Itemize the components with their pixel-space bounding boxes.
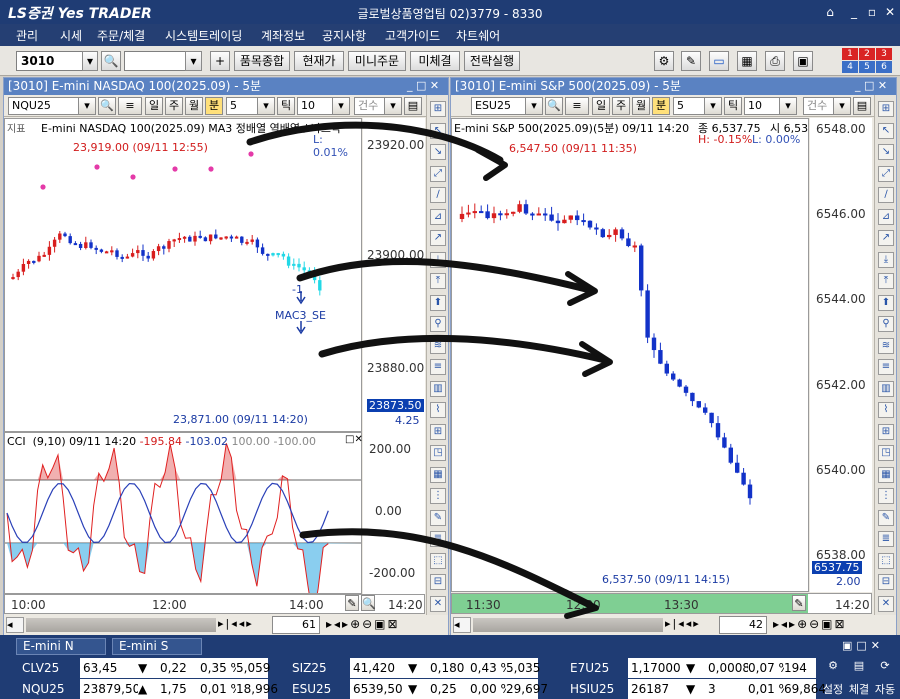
quote-direction: ▼	[686, 658, 708, 678]
quote-direction: ▲	[138, 679, 160, 699]
auto-button[interactable]: 자동	[872, 681, 898, 697]
quote-percent: 0,01 %	[200, 679, 242, 699]
quote-volume: 69,864	[784, 679, 826, 699]
arrow-head	[475, 147, 508, 181]
quote-volume: 18,996	[236, 679, 278, 699]
quote-price: 1,17000	[628, 658, 686, 678]
quote-row: NQU25 23879,50 ▲ 1,75 0,01 % 18,996 ESU25 6539,…	[0, 679, 826, 699]
window-tab-sp500[interactable]: E-mini S	[112, 638, 202, 655]
arrow-shaft	[296, 258, 594, 294]
quote-percent: 0,07 %	[748, 658, 790, 678]
quote-code: NQU25	[22, 679, 78, 699]
tabs-controls[interactable]: ▣□✕	[842, 639, 884, 652]
quote-percent: 0,35 %	[200, 658, 242, 678]
quote-direction: ▼	[686, 679, 708, 699]
quote-change: 0,22	[160, 658, 200, 678]
quote-percent: 0,43 %	[470, 658, 512, 678]
annotation-arrows	[246, 121, 613, 619]
fills-button[interactable]: 체결	[846, 681, 872, 697]
quote-code: SIZ25	[292, 658, 348, 678]
quote-row: CLV25 63,45 ▼ 0,22 0,35 % 5,059 SIZ25 41,420 ▼ 0,…	[0, 658, 820, 678]
arrow-shaft	[299, 528, 594, 609]
quote-direction: ▼	[408, 658, 430, 678]
window-tabs-bar: E-mini N E-mini S ▣□✕	[0, 635, 900, 657]
quote-direction: ▼	[408, 679, 430, 699]
quote-volume: 29,697	[506, 679, 548, 699]
quote-volume: 5,035	[506, 658, 540, 678]
quote-code: ESU25	[292, 679, 348, 699]
quote-code: E7U25	[570, 658, 626, 678]
quote-price: 41,420	[350, 658, 408, 678]
quote-volume: 5,059	[236, 658, 270, 678]
quote-direction: ▼	[138, 658, 160, 678]
quote-change: 3	[708, 679, 748, 699]
refresh-icon[interactable]: ⟳	[872, 659, 898, 672]
quote-price: 26187	[628, 679, 686, 699]
quote-change: 0,180	[430, 658, 470, 678]
quote-percent: 0,00 %	[470, 679, 512, 699]
settings-button[interactable]: 설정	[820, 681, 846, 697]
quote-volume: 194	[784, 658, 816, 678]
arrow-shaft	[246, 121, 504, 164]
quote-price: 23879,50	[80, 679, 140, 699]
quote-percent: 0,01 %	[748, 679, 790, 699]
quote-code: HSIU25	[570, 679, 626, 699]
quote-change: 0,00085	[708, 658, 758, 678]
quote-code: CLV25	[22, 658, 78, 678]
quote-ticker: CLV25 63,45 ▼ 0,22 0,35 % 5,059 SIZ25 41,420 ▼ 0,…	[0, 657, 900, 699]
gear-icon[interactable]: ⚙	[820, 659, 846, 672]
list-icon[interactable]: ▤	[846, 659, 872, 672]
side-buttons: ⚙ ▤ ⟳ 설정 체결 자동	[820, 657, 900, 699]
quote-price: 63,45	[80, 658, 138, 678]
arrow-shaft	[318, 334, 609, 364]
quote-change: 0,25	[430, 679, 470, 699]
window-tab-nasdaq[interactable]: E-mini N	[16, 638, 106, 655]
quote-price: 6539,50	[350, 679, 408, 699]
quote-change: 1,75	[160, 679, 200, 699]
